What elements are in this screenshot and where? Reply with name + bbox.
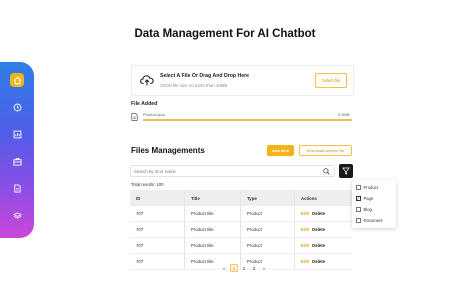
filter-option-page[interactable]: ✓ Page [356,196,373,201]
cloud-upload-icon [140,75,154,86]
filter-option-label: Blog [363,207,372,212]
files-table: ID Title Type Actions 707 Product title … [130,190,352,270]
checkbox[interactable] [356,185,361,190]
filter-option-label: Product [363,185,378,190]
delete-link[interactable]: Delete [312,243,325,248]
cell-id: 707 [130,238,185,253]
pagination-page-2[interactable]: 2 [240,264,248,272]
sidebar-item-briefcase[interactable] [10,154,24,168]
checkbox[interactable] [356,218,361,223]
cell-actions: Edit Delete [295,238,352,253]
filter-option-label: Document [363,218,383,223]
filter-dropdown: Product ✓ Page Blog Document [352,180,396,228]
column-header-actions: Actions [301,195,317,201]
briefcase-icon [12,157,22,166]
cell-actions: Edit Delete [295,254,352,269]
pagination-page-1[interactable]: 1 [230,264,238,272]
sidebar [0,62,34,238]
sidebar-item-history[interactable] [10,100,24,114]
cell-type: Product [241,222,295,237]
download-sample-button[interactable]: Download sample file [299,145,352,156]
total-results: Total results: 100 [131,182,164,187]
sidebar-item-analytics[interactable] [10,127,24,141]
column-header-type: Type [241,190,295,206]
edit-link[interactable]: Edit [301,227,309,232]
upload-subtitle: JSON file size no more than 10MB [160,83,228,88]
filter-option-label: Page [363,196,374,201]
pagination-prev-button[interactable]: « [220,264,228,272]
page-title: Data Management For AI Chatbot [134,28,316,40]
search-icon[interactable] [323,168,330,175]
pagination-page-3[interactable]: 3 [250,264,258,272]
sidebar-item-home[interactable] [10,73,24,87]
cell-title: Product title [185,238,241,253]
checkbox[interactable] [356,207,361,212]
table-row: 707 Product title Product Edit Delete [130,222,352,238]
delete-link[interactable]: Delete [312,227,325,232]
cell-title: Product title [185,206,241,221]
delete-link[interactable]: Delete [312,259,325,264]
history-icon [13,103,21,111]
column-header-id: ID [130,190,185,206]
upload-dropzone[interactable]: Select A File Or Drag And Drop Here JSON… [131,65,354,96]
home-icon [13,76,21,84]
delete-link[interactable]: Delete [312,211,325,216]
file-size: 5.9MB [338,112,350,117]
cell-type: Product [241,206,295,221]
search-field [130,165,335,177]
filter-option-document[interactable]: Document [356,218,383,223]
add-item-button[interactable]: Add item [267,145,294,156]
files-section-title: Files Managements [131,146,205,155]
file-added-label: File Added [131,101,158,107]
sidebar-item-documents[interactable] [10,181,24,195]
select-file-button[interactable]: Select file [315,73,347,88]
pagination: « 1 2 3 » [220,264,270,272]
file-icon [131,113,138,121]
filter-icon [342,167,350,175]
file-name: Product.json [143,112,166,117]
filter-option-blog[interactable]: Blog [356,207,372,212]
search-input[interactable] [134,167,314,176]
table-header: ID Title Type Actions [130,190,352,206]
analytics-icon [13,130,21,138]
edit-link[interactable]: Edit [301,243,309,248]
upload-progress-fill [143,119,352,121]
database-icon [12,211,22,219]
filter-option-product[interactable]: Product [356,185,378,190]
pagination-next-button[interactable]: » [260,264,268,272]
upload-progress-bar [143,119,352,121]
cell-actions: Edit Delete [295,222,352,237]
cell-id: 707 [130,222,185,237]
cell-id: 707 [130,206,185,221]
edit-link[interactable]: Edit [301,259,309,264]
document-icon [13,183,21,193]
cell-title: Product title [185,222,241,237]
cell-actions: Edit Delete [295,206,352,221]
cell-id: 707 [130,254,185,269]
edit-link[interactable]: Edit [301,211,309,216]
checkbox-checked[interactable]: ✓ [356,196,361,201]
sidebar-item-database[interactable] [10,208,24,222]
table-row: 707 Product title Product Edit Delete [130,206,352,222]
table-row: 707 Product title Product Edit Delete [130,238,352,254]
column-header-title: Title [185,190,241,206]
cell-type: Product [241,238,295,253]
filter-button[interactable] [339,164,353,178]
upload-title: Select A File Or Drag And Drop Here [160,73,250,79]
